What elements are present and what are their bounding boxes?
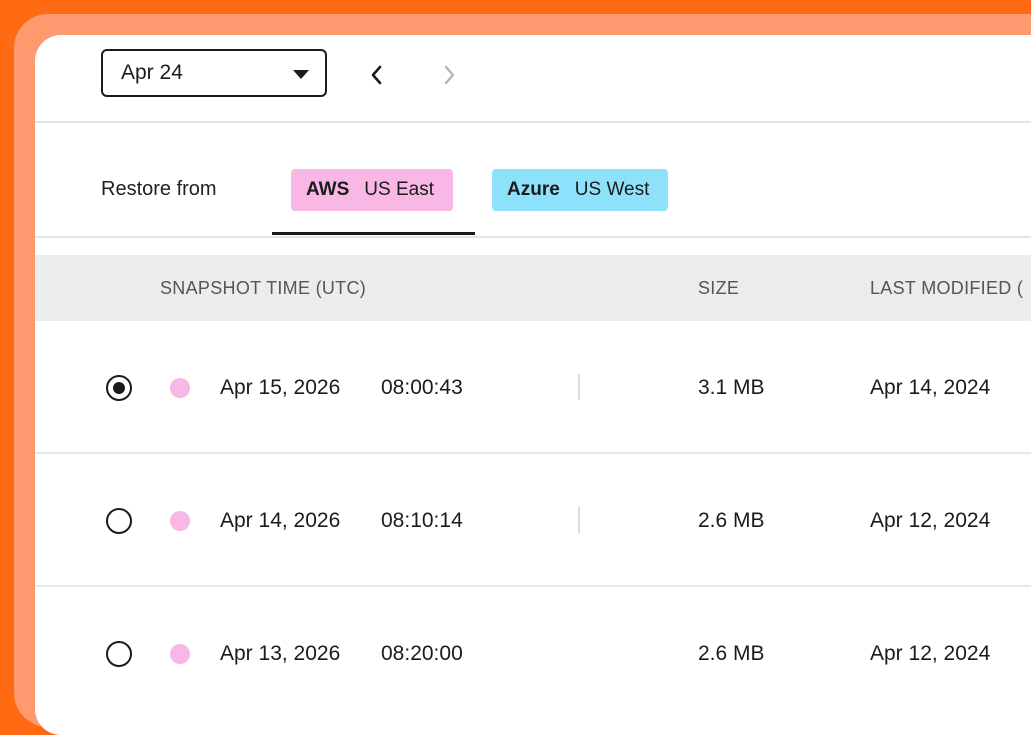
chevron-left-icon (371, 65, 382, 85)
date-select[interactable]: Apr 24 (101, 49, 327, 97)
source-region: US East (364, 179, 434, 200)
snapshot-time: 08:20:00 (381, 642, 463, 665)
previous-button[interactable] (367, 63, 387, 87)
source-provider: Azure (507, 179, 560, 200)
column-header-last-modified[interactable]: LAST MODIFIED ( (870, 278, 1023, 299)
tabs-divider (35, 236, 1031, 238)
next-button[interactable] (439, 63, 459, 87)
snapshot-time: 08:10:14 (381, 509, 463, 532)
snapshot-size: 2.6 MB (698, 509, 765, 532)
column-separator (578, 507, 580, 533)
source-provider: AWS (306, 179, 350, 200)
active-tab-indicator (272, 232, 475, 235)
row-radio[interactable] (106, 641, 132, 667)
chevron-right-icon (444, 65, 455, 85)
restore-from-label: Restore from (101, 178, 217, 200)
snapshot-date: Apr 14, 2026 (220, 509, 341, 532)
table-row[interactable]: Apr 13, 2026 08:20:00 2.6 MB Apr 12, 202… (35, 587, 1031, 719)
source-color-dot (170, 644, 190, 664)
source-region: US West (574, 179, 650, 200)
source-chip-azure[interactable]: Azure US West (492, 169, 668, 211)
snapshot-time: 08:00:43 (381, 376, 463, 399)
row-radio[interactable] (106, 375, 132, 401)
source-color-dot (170, 378, 190, 398)
table-row[interactable]: Apr 15, 2026 08:00:43 3.1 MB Apr 14, 202… (35, 321, 1031, 454)
last-modified: Apr 12, 2024 (870, 509, 991, 532)
snapshot-size: 3.1 MB (698, 376, 765, 399)
table-row[interactable]: Apr 14, 2026 08:10:14 2.6 MB Apr 12, 202… (35, 454, 1031, 587)
last-modified: Apr 12, 2024 (870, 642, 991, 665)
snapshot-date: Apr 15, 2026 (220, 376, 341, 399)
date-select-value: Apr 24 (121, 61, 183, 84)
column-header-size[interactable]: SIZE (698, 278, 739, 299)
column-separator (578, 374, 580, 400)
last-modified: Apr 14, 2024 (870, 376, 991, 399)
source-color-dot (170, 511, 190, 531)
snapshot-size: 2.6 MB (698, 642, 765, 665)
toolbar-divider (35, 121, 1031, 123)
snapshot-date: Apr 13, 2026 (220, 642, 341, 665)
row-radio[interactable] (106, 508, 132, 534)
column-header-snapshot-time[interactable]: SNAPSHOT TIME (UTC) (160, 278, 366, 299)
snapshot-panel: Apr 24 Restore from AWS US East Azure US… (35, 35, 1031, 735)
source-chip-aws[interactable]: AWS US East (291, 169, 453, 211)
chevron-down-icon (293, 70, 309, 79)
